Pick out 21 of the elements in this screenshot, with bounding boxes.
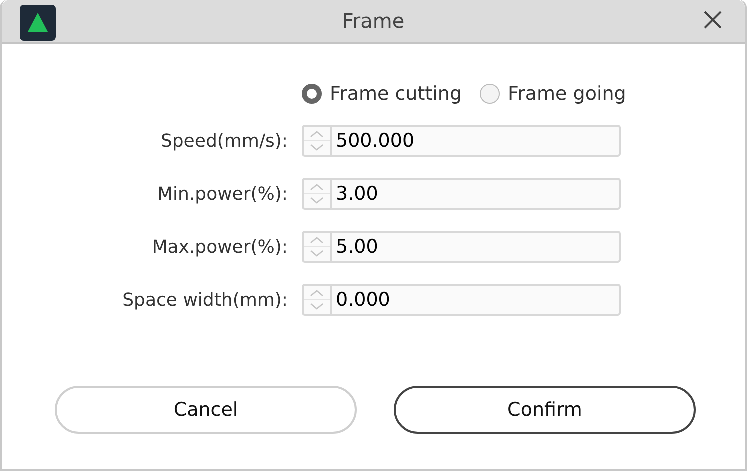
spin-arrows-icon — [304, 286, 332, 314]
number-field[interactable]: 500.000 — [302, 125, 621, 157]
confirm-button[interactable]: Confirm — [394, 386, 696, 434]
cancel-button[interactable]: Cancel — [55, 386, 357, 434]
radio-label: Frame going — [508, 83, 626, 105]
close-icon — [704, 11, 722, 29]
radio-label: Frame cutting — [330, 83, 462, 105]
field-label: Speed(mm/s): — [160, 130, 288, 152]
field-label: Space width(mm): — [122, 290, 288, 310]
number-field[interactable]: 3.00 — [302, 178, 621, 210]
field-label: Min.power(%): — [156, 184, 288, 204]
spin-arrows-icon — [304, 233, 332, 261]
field-label: Max.power(%): — [151, 236, 288, 258]
radio-option[interactable]: Frame going — [480, 83, 626, 105]
window-title: Frame — [342, 9, 405, 33]
number-field[interactable]: 0.000 — [302, 284, 621, 316]
radio-option[interactable]: Frame cutting — [302, 83, 462, 105]
number-field[interactable]: 5.00 — [302, 231, 621, 263]
spin-arrows-icon — [304, 180, 332, 208]
spin-arrows-icon — [304, 127, 332, 155]
app-logo-icon — [20, 5, 56, 41]
